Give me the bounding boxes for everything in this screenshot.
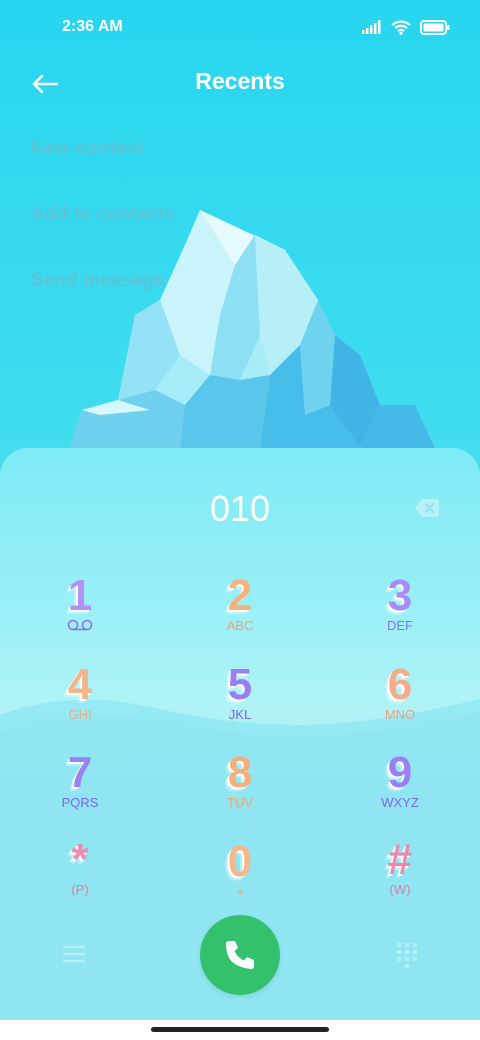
key-1[interactable]: 1 bbox=[20, 572, 140, 652]
dialer-screen: 2:36 AM Recents New contact Add to conta… bbox=[0, 0, 480, 1020]
menu-item-send-message[interactable]: Send message bbox=[31, 270, 164, 292]
call-button[interactable] bbox=[200, 915, 280, 995]
hamburger-menu-icon bbox=[62, 945, 86, 963]
key-digit: 1 bbox=[67, 571, 93, 620]
key-digit: 9 bbox=[387, 748, 413, 797]
key-digit: 8 bbox=[227, 748, 253, 797]
key-digit: 7 bbox=[67, 748, 93, 797]
key-letters: GHI bbox=[68, 707, 92, 722]
key-digit: 6 bbox=[387, 660, 413, 709]
signal-icon bbox=[362, 20, 381, 34]
key-letters: WXYZ bbox=[381, 795, 419, 810]
status-time: 2:36 AM bbox=[62, 18, 123, 35]
key-digit: * bbox=[71, 835, 89, 884]
dialpad-icon bbox=[397, 943, 417, 968]
backspace-button[interactable] bbox=[414, 498, 440, 518]
key-letters: (W) bbox=[389, 882, 411, 897]
menu-button[interactable] bbox=[58, 938, 90, 970]
key-letters: ABC bbox=[226, 618, 254, 633]
key-digit: 0 bbox=[227, 837, 253, 886]
page-title: Recents bbox=[195, 68, 285, 94]
wifi-icon bbox=[391, 19, 411, 35]
key-7[interactable]: 7 PQRS bbox=[20, 749, 140, 829]
key-digit: 4 bbox=[67, 660, 93, 709]
key-letters: (P) bbox=[71, 882, 89, 897]
key-digit: # bbox=[387, 835, 413, 884]
key-letters: JKL bbox=[228, 707, 252, 722]
key-star[interactable]: * (P) bbox=[20, 836, 140, 916]
home-indicator[interactable] bbox=[151, 1027, 329, 1032]
key-9[interactable]: 9 WXYZ bbox=[340, 749, 460, 829]
key-2[interactable]: 2 ABC bbox=[180, 572, 300, 652]
key-0[interactable]: 0 + bbox=[180, 838, 300, 918]
backspace-icon bbox=[415, 499, 439, 517]
menu-item-new-contact[interactable]: New contact bbox=[31, 138, 143, 160]
battery-icon bbox=[420, 19, 450, 35]
status-icons bbox=[362, 17, 450, 37]
key-digit: 5 bbox=[227, 660, 253, 709]
dialpad-toggle-button[interactable] bbox=[392, 940, 422, 970]
menu-item-add-to-contacts[interactable]: Add to contacts bbox=[31, 204, 175, 226]
phone-icon bbox=[226, 941, 254, 969]
key-8[interactable]: 8 TUV bbox=[180, 749, 300, 829]
key-letters: DEF bbox=[387, 618, 413, 633]
dialed-number: 010 bbox=[209, 488, 271, 529]
status-bar: 2:36 AM bbox=[0, 0, 480, 56]
voicemail-icon bbox=[67, 619, 93, 631]
key-letters: MNO bbox=[384, 707, 416, 722]
key-4[interactable]: 4 GHI bbox=[20, 661, 140, 741]
key-digit: 2 bbox=[227, 571, 253, 620]
key-5[interactable]: 5 JKL bbox=[180, 661, 300, 741]
key-letters: PQRS bbox=[61, 795, 99, 810]
iceberg-illustration bbox=[70, 210, 435, 448]
key-letters: + bbox=[236, 884, 244, 899]
key-6[interactable]: 6 MNO bbox=[340, 661, 460, 741]
app-bar: Recents bbox=[0, 56, 480, 112]
key-letters: TUV bbox=[227, 795, 253, 810]
key-3[interactable]: 3 DEF bbox=[340, 572, 460, 652]
key-hash[interactable]: # (W) bbox=[340, 836, 460, 916]
key-digit: 3 bbox=[387, 571, 413, 620]
